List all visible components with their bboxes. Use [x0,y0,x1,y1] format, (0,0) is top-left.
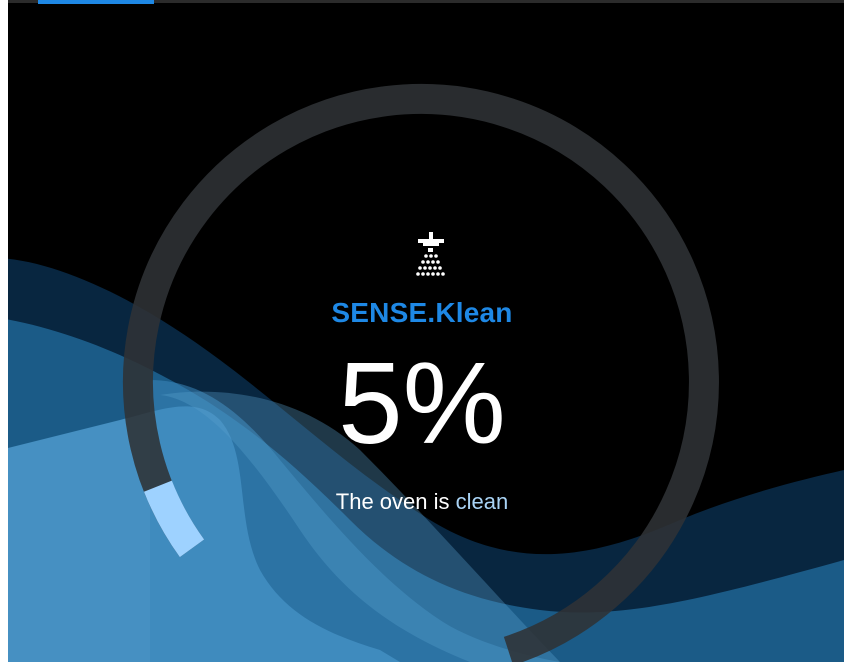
oven-screen: SENSE.Klean 5% The oven is clean [0,0,844,662]
background-waves [0,84,844,662]
left-edge [0,0,8,662]
active-tab-indicator[interactable] [38,0,154,4]
